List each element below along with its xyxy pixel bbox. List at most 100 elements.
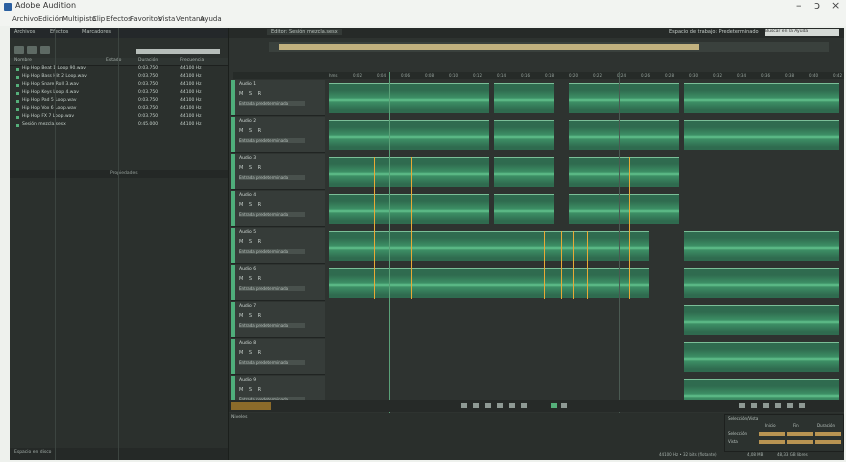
track-header[interactable]: Audio 4 M S R Entrada predeterminada	[231, 191, 325, 227]
menu-vista[interactable]: Vista	[158, 15, 175, 23]
zoom-full-icon[interactable]	[763, 403, 769, 408]
audio-clip[interactable]	[569, 157, 679, 187]
track-name[interactable]: Audio 6	[239, 267, 256, 272]
track-name[interactable]: Audio 5	[239, 230, 256, 235]
zoom-range-handle[interactable]	[279, 44, 699, 50]
col-estado[interactable]: Estado	[106, 58, 121, 63]
audio-clip[interactable]	[684, 83, 839, 113]
audio-clip[interactable]	[494, 194, 554, 224]
track-msr-buttons[interactable]: M S R	[239, 239, 263, 245]
audio-clip[interactable]	[684, 120, 839, 150]
tab-efectos[interactable]: Efectos	[50, 29, 68, 35]
file-row[interactable]: Hip Hop Vox 6 Loop.wav 0:03.750 44100 Hz	[10, 106, 228, 113]
zoom-selection-icon[interactable]	[775, 403, 781, 408]
file-row[interactable]: Hip Hop Pad 5 Loop.wav 0:03.750 44100 Hz	[10, 98, 228, 105]
track-msr-buttons[interactable]: M S R	[239, 91, 263, 97]
file-row[interactable]: Hip Hop Snare Roll 3.wav 0:03.750 44100 …	[10, 82, 228, 89]
track-header[interactable]: Audio 3 M S R Entrada predeterminada	[231, 154, 325, 190]
menu-edicion[interactable]: Edición	[38, 15, 63, 23]
track-name[interactable]: Audio 1	[239, 82, 256, 87]
zoom-track-icon[interactable]	[787, 403, 793, 408]
track-name[interactable]: Audio 2	[239, 119, 256, 124]
maximize-button[interactable]: ↄ	[814, 0, 820, 12]
track-msr-buttons[interactable]: M S R	[239, 165, 263, 171]
track-header[interactable]: Audio 7 M S R Entrada predeterminada	[231, 302, 325, 338]
audio-clip[interactable]	[329, 268, 649, 298]
pause-icon[interactable]	[485, 403, 491, 408]
play-icon[interactable]	[473, 403, 479, 408]
workspace-label[interactable]: Espacio de trabajo: Predeterminado	[669, 29, 759, 35]
audio-clip[interactable]	[329, 157, 489, 187]
audio-clip[interactable]	[684, 305, 839, 335]
stop-icon[interactable]	[461, 403, 467, 408]
menu-clip[interactable]: Clip	[92, 15, 105, 23]
audio-clip[interactable]	[569, 120, 679, 150]
track-header[interactable]: Audio 8 M S R Entrada predeterminada	[231, 339, 325, 375]
tab-editor-session[interactable]: Editor: Sesión mezcla.sesx	[267, 29, 342, 35]
col-nombre[interactable]: Nombre	[14, 58, 32, 63]
track-name[interactable]: Audio 8	[239, 341, 256, 346]
clip-marker[interactable]	[411, 157, 412, 299]
import-icon[interactable]	[27, 46, 37, 54]
audio-clip[interactable]	[329, 120, 489, 150]
file-row[interactable]: Sesión mezcla.sesx 0:45.000 44100 Hz	[10, 122, 228, 129]
audio-clip[interactable]	[569, 83, 679, 113]
session-overview[interactable]	[269, 42, 829, 52]
file-row[interactable]: Hip Hop FX 7 Loop.wav 0:03.750 44100 Hz	[10, 114, 228, 121]
zoom-out-icon[interactable]	[751, 403, 757, 408]
menu-archivo[interactable]: Archivo	[12, 15, 38, 23]
view-end-field[interactable]	[787, 440, 813, 444]
view-duration-field[interactable]	[815, 440, 841, 444]
file-row[interactable]: Hip Hop Keys Loop 4.wav 0:03.750 44100 H…	[10, 90, 228, 97]
file-row[interactable]: Hip Hop Bass Hit 2 Loop.wav 0:03.750 441…	[10, 74, 228, 81]
track-name[interactable]: Audio 9	[239, 378, 256, 383]
track-msr-buttons[interactable]: M S R	[239, 202, 263, 208]
view-start-field[interactable]	[759, 440, 785, 444]
track-msr-buttons[interactable]: M S R	[239, 350, 263, 356]
track-msr-buttons[interactable]: M S R	[239, 276, 263, 282]
zoom-time-icon[interactable]	[799, 403, 805, 408]
track-input-select[interactable]: Entrada predeterminada	[239, 175, 305, 180]
audio-clip[interactable]	[684, 231, 839, 261]
tab-archivos[interactable]: Archivos	[14, 29, 35, 35]
audio-clip[interactable]	[494, 157, 554, 187]
clip-marker[interactable]	[587, 231, 588, 299]
clip-marker[interactable]	[629, 157, 630, 299]
forward-icon[interactable]	[509, 403, 515, 408]
record-icon[interactable]	[551, 403, 557, 408]
clip-marker[interactable]	[374, 157, 375, 299]
track-name[interactable]: Audio 4	[239, 193, 256, 198]
files-search-input[interactable]	[136, 49, 220, 54]
track-header[interactable]: Audio 5 M S R Entrada predeterminada	[231, 228, 325, 264]
selection-end-field[interactable]	[787, 432, 813, 436]
col-duracion[interactable]: Duración	[138, 58, 158, 63]
clip-marker[interactable]	[573, 231, 574, 299]
clip-marker[interactable]	[544, 231, 545, 299]
new-file-icon[interactable]	[40, 46, 50, 54]
minimize-button[interactable]: –	[796, 0, 802, 12]
track-input-select[interactable]: Entrada predeterminada	[239, 360, 305, 365]
audio-clip[interactable]	[329, 83, 489, 113]
track-header[interactable]: Audio 2 M S R Entrada predeterminada	[231, 117, 325, 153]
close-button[interactable]: ×	[831, 0, 840, 12]
track-msr-buttons[interactable]: M S R	[239, 128, 263, 134]
rewind-icon[interactable]	[497, 403, 503, 408]
loop-icon[interactable]	[561, 403, 567, 408]
track-msr-buttons[interactable]: M S R	[239, 387, 263, 393]
selection-duration-field[interactable]	[815, 432, 841, 436]
audio-clip[interactable]	[684, 268, 839, 298]
timeline-ruler[interactable]: hms 0:02 0:04 0:06 0:08 0:10 0:12 0:14 0:16 0:18 0…	[233, 72, 844, 79]
track-header[interactable]: Audio 6 M S R Entrada predeterminada	[231, 265, 325, 301]
zoom-in-icon[interactable]	[739, 403, 745, 408]
track-input-select[interactable]: Entrada predeterminada	[239, 286, 305, 291]
audio-clip[interactable]	[329, 194, 489, 224]
audio-clip[interactable]	[329, 231, 649, 261]
skip-end-icon[interactable]	[521, 403, 527, 408]
open-file-icon[interactable]	[14, 46, 24, 54]
file-row[interactable]: Hip Hop Beat 1 Loop 90.wav 0:03.750 4410…	[10, 66, 228, 73]
track-input-select[interactable]: Entrada predeterminada	[239, 249, 305, 254]
track-name[interactable]: Audio 3	[239, 156, 256, 161]
menu-favoritos[interactable]: Favoritos	[130, 15, 162, 23]
clip-marker[interactable]	[561, 231, 562, 299]
track-input-select[interactable]: Entrada predeterminada	[239, 138, 305, 143]
